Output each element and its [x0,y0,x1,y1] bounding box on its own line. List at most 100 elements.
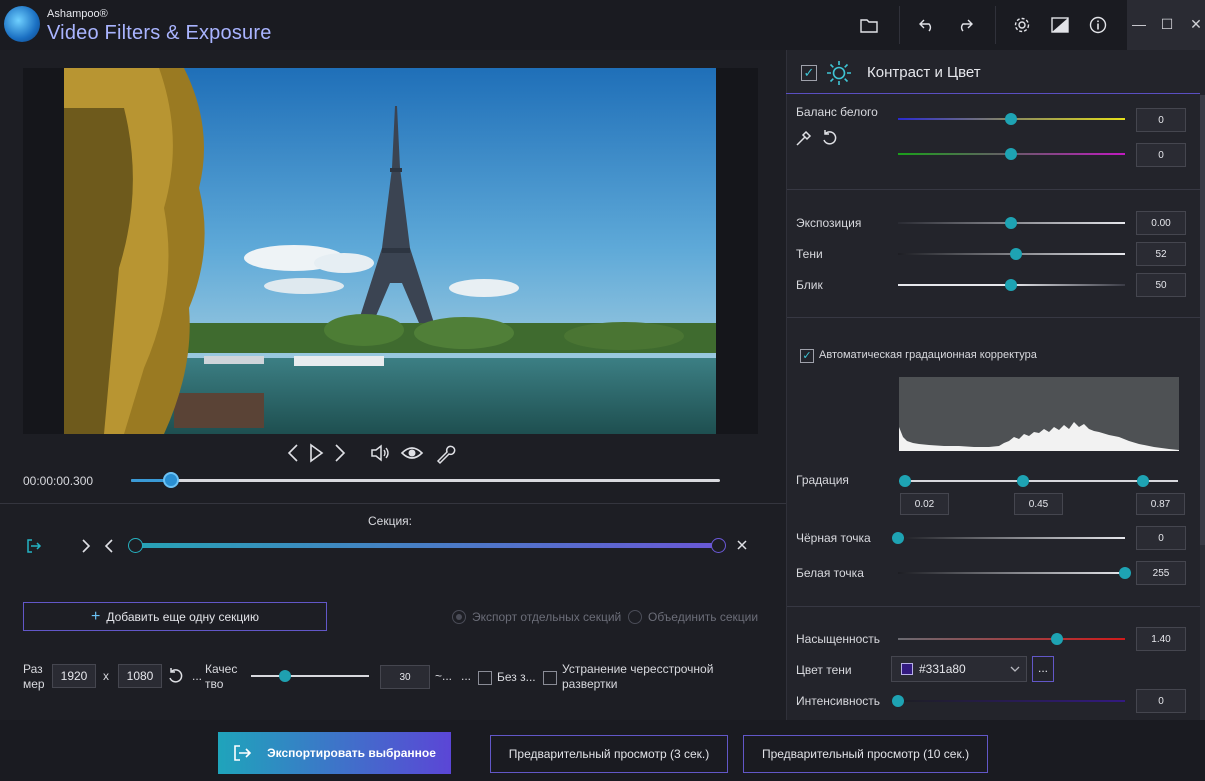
temperature-value[interactable]: 0 [1136,108,1186,132]
no-sound-label: Без з... [497,670,536,684]
white-point-value[interactable]: 255 [1136,561,1186,585]
section-range-track[interactable] [135,543,718,548]
export-separate-label: Экспорт отдельных секций [472,610,622,624]
section-start-handle[interactable] [128,538,143,553]
shadows-label: Тени [796,247,823,261]
gear-icon[interactable] [1010,13,1034,37]
volume-icon[interactable] [368,441,392,465]
intensity-slider[interactable] [898,700,1125,702]
maximize-button[interactable]: ☐ [1157,14,1177,34]
seek-bar[interactable] [131,479,720,482]
wrench-icon[interactable] [434,441,458,465]
previous-section-icon[interactable] [103,538,115,554]
panel-scrollbar-thumb[interactable] [1200,95,1205,545]
highlight-label: Блик [796,278,823,292]
minimize-button[interactable]: — [1129,14,1149,34]
eye-icon[interactable] [400,441,424,465]
play-icon[interactable] [304,441,328,465]
gradation-mid-handle[interactable] [1017,475,1029,487]
next-section-icon[interactable] [80,538,92,554]
black-point-handle[interactable] [892,532,904,544]
exposure-value[interactable]: 0.00 [1136,211,1186,235]
quality-label: Качес тво [205,662,238,691]
undo-icon[interactable] [915,13,939,37]
app-logo [4,6,40,42]
quality-estimate: ~... [435,669,453,683]
gradation-high-handle[interactable] [1137,475,1149,487]
white-point-label: Белая точка [796,566,864,580]
close-button[interactable]: ✕ [1186,14,1205,34]
tint-handle[interactable] [1005,148,1017,160]
quality-slider[interactable] [251,675,369,677]
temperature-handle[interactable] [1005,113,1017,125]
chevron-down-icon [1010,666,1020,672]
tint-value[interactable]: 0 [1136,143,1186,167]
highlight-handle[interactable] [1005,279,1017,291]
saturation-label: Насыщенность [796,632,881,646]
white-point-handle[interactable] [1119,567,1131,579]
export-selected-button[interactable]: Экспортировать выбранное [218,732,451,774]
redo-icon[interactable] [953,13,977,37]
folder-icon[interactable] [857,13,881,37]
shadows-value[interactable]: 52 [1136,242,1186,266]
deinterlace-checkbox[interactable] [543,671,557,685]
gradation-low-value[interactable]: 0.02 [900,493,949,515]
seek-handle[interactable] [163,472,179,488]
quality-input[interactable]: 30 [380,665,430,689]
next-frame-icon[interactable] [327,441,351,465]
theme-icon[interactable] [1048,13,1072,37]
exposure-handle[interactable] [1005,217,1017,229]
sun-icon [826,60,852,86]
height-input[interactable]: 1080 [118,664,162,688]
black-point-value[interactable]: 0 [1136,526,1186,550]
previous-frame-icon[interactable] [282,441,306,465]
size-label: Раз мер [23,662,45,691]
gradation-label: Градация [796,473,849,487]
intensity-handle[interactable] [892,695,904,707]
export-separate-radio[interactable]: Экспорт отдельных секций [452,610,621,624]
white-balance-label: Баланс белого [796,105,878,119]
eyedropper-icon[interactable] [795,129,813,147]
video-frame-image [64,68,716,434]
shadow-color-value: #331a80 [919,662,966,676]
intensity-value[interactable]: 0 [1136,689,1186,713]
merge-sections-radio[interactable]: Объединить секции [628,610,758,624]
panel-title: Контраст и Цвет [867,64,981,81]
section-end-handle[interactable] [711,538,726,553]
add-section-label: Добавить еще одну секцию [106,609,259,624]
shadow-color-select[interactable]: #331a80 [891,656,1027,682]
timecode: 00:00:00.300 [23,474,94,488]
saturation-slider[interactable] [898,638,1125,640]
reset-size-icon[interactable] [167,667,185,685]
size-separator: x [103,669,109,683]
gradation-mid-value[interactable]: 0.45 [1014,493,1063,515]
black-point-slider[interactable] [898,537,1125,539]
width-input[interactable]: 1920 [52,664,96,688]
deinterlace-label: Устранение чересстрочной развертки [562,662,714,691]
radio-icon [628,610,642,624]
shadows-handle[interactable] [1010,248,1022,260]
size-more[interactable]: ... [192,669,202,684]
remove-section-icon[interactable] [735,538,749,552]
toolbar-divider [899,6,900,44]
section-export-icon[interactable] [26,538,42,554]
info-icon[interactable] [1086,13,1110,37]
reset-white-balance-icon[interactable] [821,129,839,147]
no-sound-checkbox[interactable] [478,671,492,685]
preview-3s-button[interactable]: Предварительный просмотр (3 сек.) [490,735,728,773]
quality-more[interactable]: ... [461,669,471,684]
preview-10s-button[interactable]: Предварительный просмотр (10 сек.) [743,735,988,773]
highlight-value[interactable]: 50 [1136,273,1186,297]
radio-icon [452,610,466,624]
saturation-value[interactable]: 1.40 [1136,627,1186,651]
exposure-label: Экспозиция [796,216,862,230]
gradation-low-handle[interactable] [899,475,911,487]
gradation-high-value[interactable]: 0.87 [1136,493,1185,515]
quality-handle[interactable] [279,670,291,682]
auto-levels-checkbox[interactable]: ✓ [800,349,814,363]
add-section-button[interactable]: + Добавить еще одну секцию [23,602,327,631]
white-point-slider[interactable] [898,572,1125,574]
shadow-color-more-button[interactable]: ... [1032,656,1054,682]
contrast-enable-checkbox[interactable]: ✓ [801,65,817,81]
saturation-handle[interactable] [1051,633,1063,645]
